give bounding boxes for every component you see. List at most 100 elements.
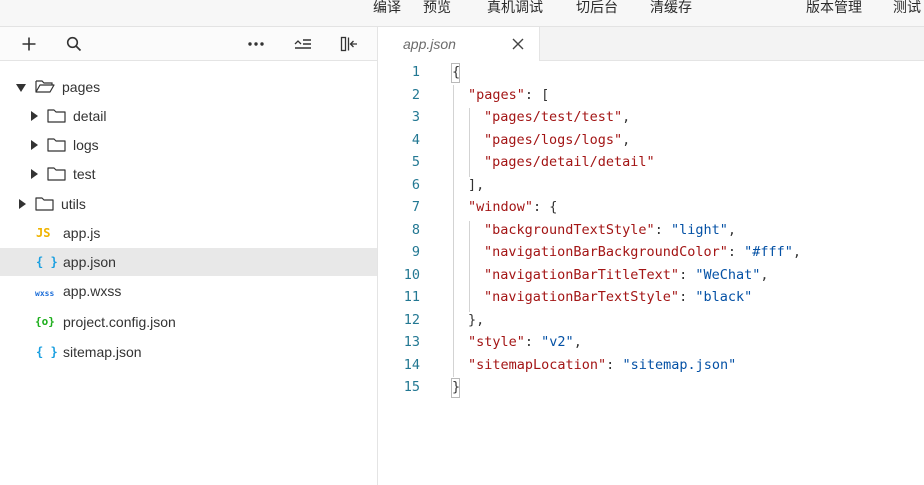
line-number: 3 [411,109,420,125]
tree-item-label: app.js [63,225,101,241]
folder-icon [47,166,66,186]
version-management-button[interactable]: 版本管理 [806,0,862,17]
line-number: 13 [403,334,420,350]
tree-item-project-config-json[interactable]: {o} project.config.json [0,308,377,336]
tree-item-label: utils [61,196,86,212]
folder-open-icon [35,79,55,99]
code-text: "sitemapLocation": "sitemap.json" [468,356,737,373]
wxss-file-icon: wxss [35,289,55,298]
explorer-toolbar [0,27,377,61]
json-file-icon: { } [36,345,58,359]
code-line: 7 "window": { [378,196,924,219]
tree-item-label: app.wxss [63,283,122,299]
compile-button[interactable]: 编译 [373,0,401,17]
tab-title: app.json [403,36,456,52]
line-number: 12 [403,311,420,328]
code-line: 12}, [378,309,924,332]
line-number: 5 [411,154,420,170]
file-explorer: pages detail logs test utils JS app.js {… [0,27,378,485]
tree-item-app-wxss[interactable]: wxss app.wxss [0,277,377,305]
line-number: 11 [403,289,420,305]
code-line: 10 "navigationBarTitleText": "WeChat", [378,264,924,287]
code-text: "pages/test/test", [484,109,631,125]
folder-icon [47,108,66,128]
code-line: 9 "navigationBarBackgroundColor": "#fff", [378,241,924,264]
tree-item-label: test [73,166,96,182]
tree-item-label: detail [73,108,107,124]
code-text: }, [468,311,485,328]
add-icon[interactable] [19,34,39,54]
folder-icon [47,137,66,157]
search-icon[interactable] [64,34,84,54]
code-line: 1{ [378,61,924,84]
line-number: 2 [411,86,420,103]
code-editor[interactable]: 1{2 "pages": [3 "pages/test/test", 4 "pages/… [378,61,924,485]
code-text: "navigationBarTitleText": "WeChat", [484,266,769,283]
tree-item-label: project.config.json [63,314,176,330]
line-number: 10 [403,266,420,283]
chevron-right-icon[interactable] [19,199,26,209]
code-line: 13 "style": "v2", [378,331,924,354]
close-icon[interactable] [510,36,526,52]
tree-item-utils[interactable]: utils [0,190,377,218]
preview-button[interactable]: 预览 [423,0,451,17]
line-number: 7 [411,199,420,215]
chevron-down-icon[interactable] [16,84,26,92]
tree-item-logs[interactable]: logs [0,131,377,159]
code-text: "window": { [468,199,558,215]
background-button[interactable]: 切后台 [576,0,618,17]
clear-cache-button[interactable]: 清缓存 [650,0,692,17]
tree-item-detail[interactable]: detail [0,102,377,130]
line-number: 14 [403,356,420,373]
code-line: 6], [378,174,924,197]
layout-toggle-icon[interactable] [339,34,359,54]
code-text: "pages/logs/logs", [484,131,631,148]
code-line: 15} [378,376,924,399]
config-file-icon: {o} [35,315,55,328]
code-text: "backgroundTextStyle": "light", [484,221,736,238]
chevron-right-icon[interactable] [31,140,38,150]
tree-item-app-json[interactable]: { } app.json [0,248,377,276]
tree-item-label: sitemap.json [63,344,142,360]
code-text: "pages": [ [468,86,550,103]
editor-tab-bar: app.json [378,27,924,62]
test-button[interactable]: 测试 [893,0,921,17]
code-line: 4 "pages/logs/logs", [378,129,924,152]
code-text: "style": "v2", [468,334,582,350]
more-icon[interactable] [246,34,266,54]
line-number: 4 [411,131,420,148]
folder-icon [35,196,54,216]
code-line: 14 "sitemapLocation": "sitemap.json" [378,354,924,377]
tab-app-json[interactable]: app.json [378,27,540,62]
code-text: "navigationBarBackgroundColor": "#fff", [484,244,802,260]
line-number: 1 [411,64,420,80]
tree-item-test[interactable]: test [0,160,377,188]
js-file-icon: JS [36,226,51,240]
json-file-icon: { } [36,255,58,269]
chevron-right-icon[interactable] [31,169,38,179]
code-text: } [452,379,461,395]
remote-debug-button[interactable]: 真机调试 [487,0,543,17]
line-number: 8 [411,221,420,238]
tree-item-app-js[interactable]: JS app.js [0,219,377,247]
code-line: 2 "pages": [ [378,84,924,107]
top-toolbar: 编译 预览 真机调试 切后台 清缓存 版本管理 测试 [0,0,924,27]
tree-item-pages[interactable]: pages [0,73,377,101]
line-number: 6 [411,176,420,193]
line-number: 15 [403,379,420,395]
collapse-list-icon[interactable] [293,34,313,54]
code-line: 8 "backgroundTextStyle": "light", [378,219,924,242]
code-text: "navigationBarTextStyle": "black" [484,289,753,305]
tree-item-label: pages [62,79,101,95]
code-line: 3 "pages/test/test", [378,106,924,129]
code-text: ], [468,176,485,193]
tree-item-label: logs [73,137,99,153]
chevron-right-icon[interactable] [31,111,38,121]
code-text: "pages/detail/detail" [484,154,655,170]
code-text: { [452,64,461,80]
line-number: 9 [411,244,420,260]
code-line: 5 "pages/detail/detail" [378,151,924,174]
code-line: 11 "navigationBarTextStyle": "black" [378,286,924,309]
tree-item-label: app.json [63,254,116,270]
tree-item-sitemap-json[interactable]: { } sitemap.json [0,338,377,366]
